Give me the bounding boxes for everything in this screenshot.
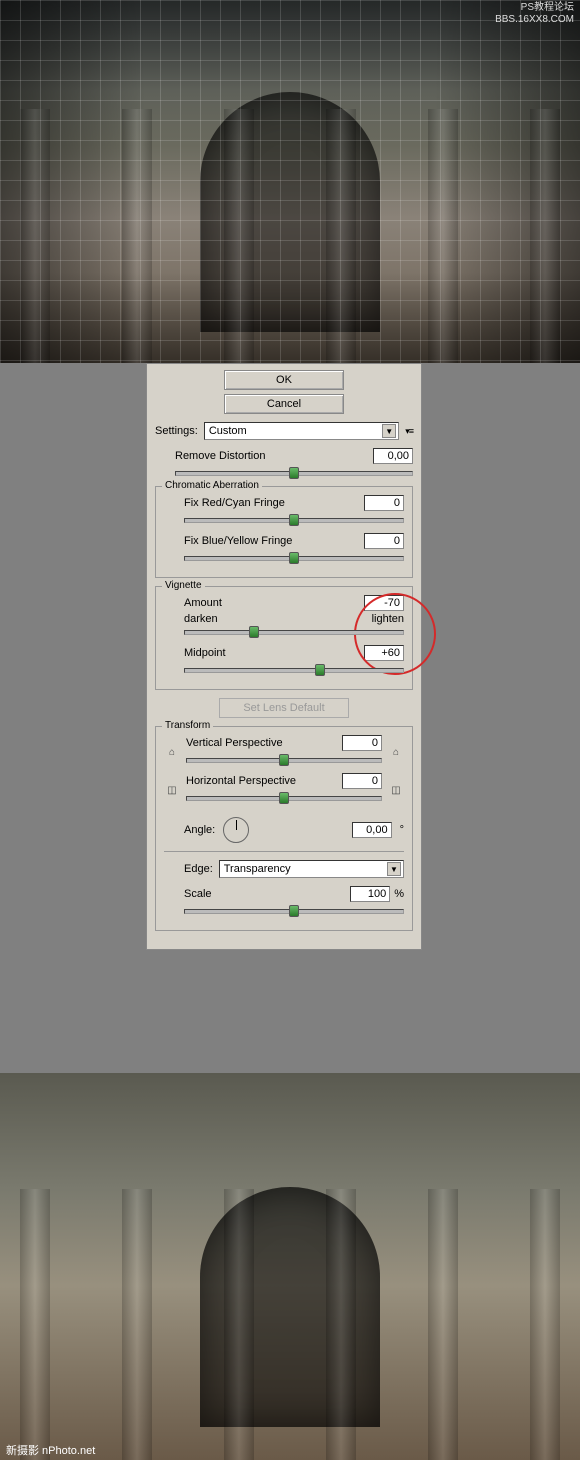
preview-image-before: PS教程论坛 BBS.16XX8.COM xyxy=(0,0,580,363)
vignette-group-label: Vignette xyxy=(162,580,205,591)
chromatic-aberration-group: Chromatic Aberration Fix Red/Cyan Fringe… xyxy=(155,486,413,578)
divider xyxy=(164,851,404,852)
hpersp-left-icon: ◫ xyxy=(164,784,180,800)
angle-dial[interactable] xyxy=(223,817,249,843)
transform-group: Transform ⌂ Vertical Perspective 0 ⌂ ◫ H… xyxy=(155,726,413,931)
settings-dropdown[interactable]: Custom ▼ xyxy=(204,422,399,440)
hpersp-slider[interactable] xyxy=(186,791,382,805)
preview-image-after: 新摄影 nPhoto.net xyxy=(0,1073,580,1460)
hpersp-label: Horizontal Perspective xyxy=(186,775,296,787)
vignette-midpoint-input[interactable]: +60 xyxy=(364,645,404,661)
vignette-midpoint-label: Midpoint xyxy=(184,647,226,659)
watermark-bottom: 新摄影 nPhoto.net xyxy=(6,1442,95,1458)
set-lens-default-button: Set Lens Default xyxy=(219,698,349,718)
fix-blue-yellow-input[interactable]: 0 xyxy=(364,533,404,549)
scale-label: Scale xyxy=(184,888,212,900)
flyout-menu-icon[interactable]: ▾≡ xyxy=(405,426,413,437)
vignette-amount-slider[interactable] xyxy=(184,625,404,639)
lens-correction-dialog: OK Cancel Settings: Custom ▼ ▾≡ Remove D… xyxy=(146,363,422,950)
vignette-amount-label: Amount xyxy=(184,597,222,609)
vpersp-slider[interactable] xyxy=(186,753,382,767)
chromatic-group-label: Chromatic Aberration xyxy=(162,480,262,491)
settings-label: Settings: xyxy=(155,425,198,437)
ok-button[interactable]: OK xyxy=(224,370,344,390)
building-facade xyxy=(0,0,580,363)
remove-distortion-input[interactable]: 0,00 xyxy=(373,448,413,464)
edge-label: Edge: xyxy=(184,863,213,875)
vpersp-bot-icon: ⌂ xyxy=(388,746,404,762)
scale-slider[interactable] xyxy=(184,904,404,918)
vpersp-input[interactable]: 0 xyxy=(342,735,382,751)
scale-unit: % xyxy=(394,888,404,900)
cancel-button[interactable]: Cancel xyxy=(224,394,344,414)
watermark-line1: PS教程论坛 xyxy=(495,2,574,14)
angle-input[interactable]: 0,00 xyxy=(352,822,392,838)
fix-red-cyan-input[interactable]: 0 xyxy=(364,495,404,511)
angle-unit: ° xyxy=(400,824,404,836)
fix-red-cyan-slider[interactable] xyxy=(184,513,404,527)
angle-label: Angle: xyxy=(184,824,215,836)
chevron-down-icon: ▼ xyxy=(382,424,396,438)
vpersp-top-icon: ⌂ xyxy=(164,746,180,762)
vpersp-label: Vertical Perspective xyxy=(186,737,283,749)
fix-blue-yellow-label: Fix Blue/Yellow Fringe xyxy=(184,535,292,547)
transform-group-label: Transform xyxy=(162,720,213,731)
vignette-amount-input[interactable]: -70 xyxy=(364,595,404,611)
fix-red-cyan-label: Fix Red/Cyan Fringe xyxy=(184,497,285,509)
vignette-midpoint-slider[interactable] xyxy=(184,663,404,677)
hpersp-input[interactable]: 0 xyxy=(342,773,382,789)
hpersp-right-icon: ◫ xyxy=(388,784,404,800)
watermark-top: PS教程论坛 BBS.16XX8.COM xyxy=(495,2,574,26)
edge-dropdown[interactable]: Transparency ▼ xyxy=(219,860,404,878)
remove-distortion-slider[interactable] xyxy=(175,466,413,480)
scale-input[interactable]: 100 xyxy=(350,886,390,902)
watermark-line2: BBS.16XX8.COM xyxy=(495,14,574,26)
building-facade-after xyxy=(0,1073,580,1460)
fix-blue-yellow-slider[interactable] xyxy=(184,551,404,565)
vignette-group: Vignette Amount -70 darken lighten Midpo… xyxy=(155,586,413,690)
lighten-label: lighten xyxy=(372,613,404,625)
chevron-down-icon: ▼ xyxy=(387,862,401,876)
remove-distortion-label: Remove Distortion xyxy=(175,450,265,462)
settings-value: Custom xyxy=(209,425,247,437)
darken-label: darken xyxy=(184,613,218,625)
edge-value: Transparency xyxy=(224,863,291,875)
